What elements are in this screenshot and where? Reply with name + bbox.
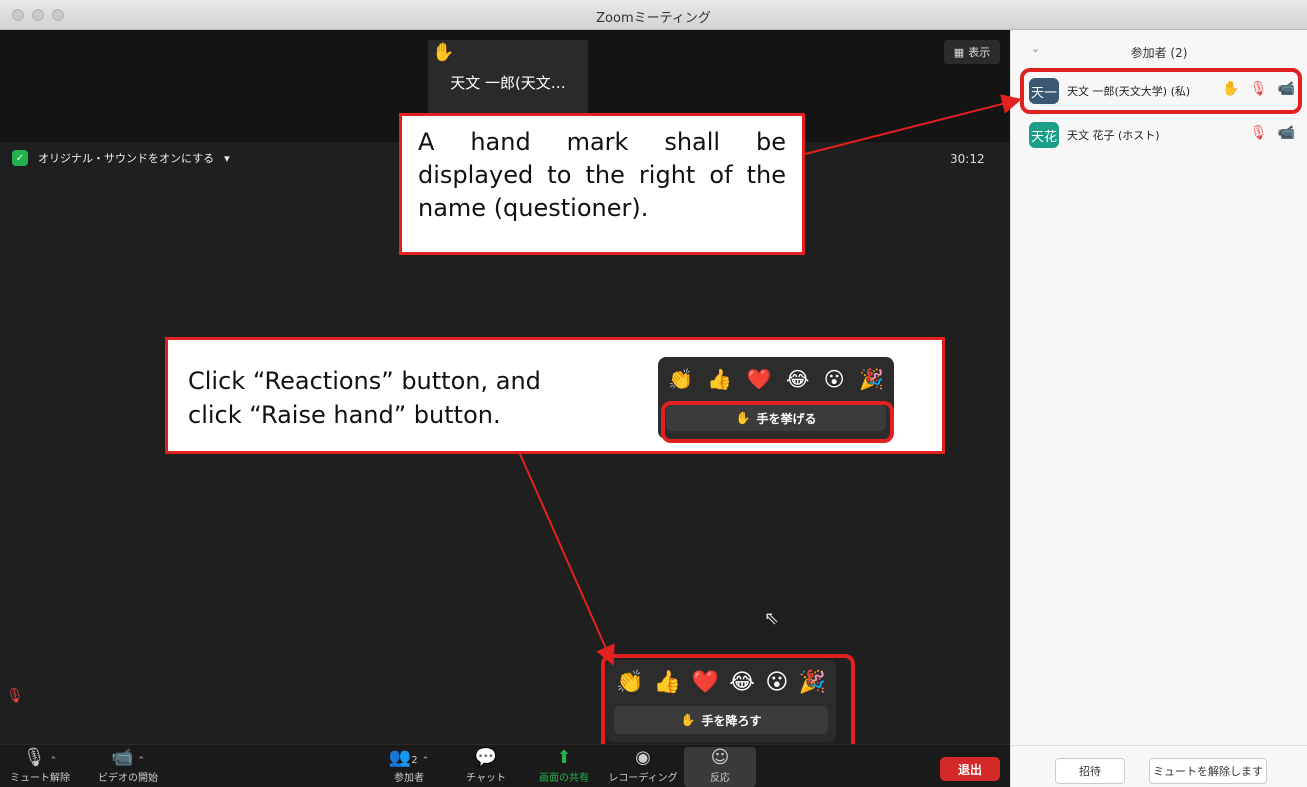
participants-panel: ⌄ 参加者 (2) 天一 天文 一郎(天文大学) (私) ✋ 🎙 📹 天花 天文… bbox=[1010, 30, 1307, 787]
thumbs-up-emoji[interactable]: 👍 bbox=[707, 367, 732, 391]
participant-row-host[interactable]: 天花 天文 花子 (ホスト) 🎙 📹 bbox=[1029, 117, 1299, 153]
annotation-line-1: Click “Reactions” button, and bbox=[188, 367, 541, 395]
panel-footer: 招待 ミュートを解除します bbox=[1011, 745, 1307, 787]
meeting-timer: 30:12 bbox=[950, 152, 985, 166]
shield-icon: ✓ bbox=[12, 150, 28, 166]
muted-mic-icon: 🎙 bbox=[6, 688, 24, 704]
smiley-plus-icon: ☺ bbox=[710, 747, 730, 768]
view-button-label: 表示 bbox=[968, 46, 991, 59]
unmute-label: ミュート解除 bbox=[10, 773, 70, 784]
share-screen-label: 画面の共有 bbox=[539, 773, 589, 784]
participant-highlight bbox=[1020, 68, 1302, 114]
avatar: 天花 bbox=[1029, 122, 1059, 148]
participants-button[interactable]: 👥2 ⌃ 参加者 bbox=[380, 747, 438, 784]
surprised-emoji[interactable]: 😮 bbox=[824, 367, 845, 391]
video-off-icon: 📹 bbox=[111, 747, 134, 768]
reactions-label: 反応 bbox=[710, 773, 730, 784]
share-screen-icon: ⬆ bbox=[556, 747, 572, 768]
heart-emoji[interactable]: ❤️ bbox=[747, 367, 772, 391]
party-emoji[interactable]: 🎉 bbox=[859, 367, 884, 391]
original-sound-label: オリジナル・サウンドをオンにする bbox=[38, 152, 215, 165]
participants-title: 参加者 (2) bbox=[1130, 46, 1188, 60]
participants-count: 2 bbox=[411, 755, 418, 766]
window-title: Zoomミーティング bbox=[596, 11, 711, 26]
grid-icon: ▦ bbox=[953, 45, 965, 59]
annotation-line-2: click “Raise hand” button. bbox=[188, 401, 501, 429]
chevron-up-icon[interactable]: ⌃ bbox=[422, 756, 430, 766]
participant-name: 天文 花子 (ホスト) bbox=[1067, 129, 1160, 142]
hand-mark-annotation: A hand mark shall be displayed to the ri… bbox=[399, 113, 805, 255]
laugh-emoji[interactable]: 😂 bbox=[786, 367, 809, 391]
original-sound-toggle[interactable]: ✓ オリジナル・サウンドをオンにする ▾ bbox=[12, 150, 230, 166]
chat-icon: 💬 bbox=[474, 747, 498, 768]
chat-label: チャット bbox=[466, 773, 506, 784]
meeting-controls: 🎙 ⌃ ミュート解除 📹 ⌃ ビデオの開始 👥2 ⌃ 参加者 💬 チャット ⬆ 画面の… bbox=[0, 744, 1010, 787]
people-icon: 👥 bbox=[388, 747, 412, 768]
clap-emoji[interactable]: 👏 bbox=[668, 367, 693, 391]
tile-participant-name: 天文 一郎(天文… bbox=[450, 74, 566, 92]
unmute-button[interactable]: 🎙 ⌃ ミュート解除 bbox=[8, 747, 72, 784]
record-label: レコーディング bbox=[608, 773, 678, 784]
view-button[interactable]: ▦ 表示 bbox=[944, 40, 1000, 64]
chat-button[interactable]: 💬 チャット bbox=[458, 747, 514, 784]
reactions-button[interactable]: ☺ 反応 bbox=[684, 747, 756, 787]
window-titlebar: Zoomミーティング bbox=[0, 0, 1307, 30]
record-icon: ◉ bbox=[635, 747, 651, 768]
mic-muted-icon: 🎙 bbox=[1249, 125, 1268, 141]
chevron-up-icon[interactable]: ⌃ bbox=[137, 756, 145, 766]
invite-button[interactable]: 招待 bbox=[1055, 758, 1125, 784]
chevron-down-icon: ▾ bbox=[224, 151, 230, 165]
raise-hand-highlight bbox=[661, 401, 894, 443]
record-button[interactable]: ◉ レコーディング bbox=[608, 747, 678, 784]
mic-off-icon: 🎙 bbox=[22, 747, 46, 768]
emoji-row: 👏 👍 ❤️ 😂 😮 🎉 bbox=[668, 367, 884, 391]
start-video-button[interactable]: 📹 ⌃ ビデオの開始 bbox=[96, 747, 160, 784]
raised-hand-icon: ✋ bbox=[432, 42, 455, 63]
reactions-annotation-text: Click “Reactions” button, and click “Rai… bbox=[188, 364, 541, 432]
share-screen-button[interactable]: ⬆ 画面の共有 bbox=[534, 747, 594, 784]
participants-label: 参加者 bbox=[394, 773, 424, 784]
leave-button[interactable]: 退出 bbox=[940, 757, 1000, 781]
chevron-up-icon[interactable]: ⌃ bbox=[50, 756, 58, 766]
unmute-all-button[interactable]: ミュートを解除します bbox=[1149, 758, 1267, 784]
start-video-label: ビデオの開始 bbox=[98, 773, 158, 784]
video-off-icon: 📹 bbox=[1277, 125, 1295, 141]
mouse-cursor-icon: ⇖ bbox=[764, 608, 780, 629]
